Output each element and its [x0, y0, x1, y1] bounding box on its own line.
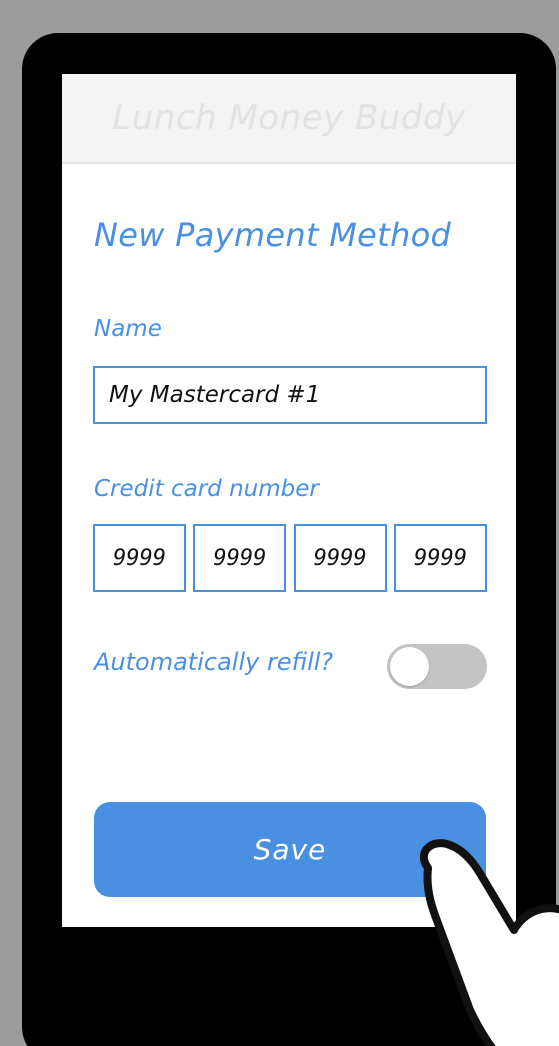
app-title: Lunch Money Buddy: [112, 98, 466, 138]
auto-refill-label: Automatically refill?: [94, 648, 334, 676]
credit-card-inputs: [93, 524, 487, 592]
auto-refill-toggle[interactable]: [387, 644, 487, 689]
name-input[interactable]: [93, 366, 487, 424]
credit-card-group-1[interactable]: [93, 524, 186, 592]
app-header: Lunch Money Buddy: [62, 74, 516, 164]
credit-card-group-3[interactable]: [293, 524, 387, 592]
save-button[interactable]: Save: [94, 802, 486, 897]
stage: Lunch Money Buddy New Payment Method Nam…: [0, 0, 559, 1046]
name-label: Name: [94, 316, 162, 342]
toggle-knob: [390, 647, 429, 686]
credit-card-group-2[interactable]: [193, 524, 287, 592]
phone-screen: Lunch Money Buddy New Payment Method Nam…: [62, 74, 516, 927]
page-title: New Payment Method: [94, 216, 452, 254]
credit-card-label: Credit card number: [94, 476, 319, 502]
credit-card-group-4[interactable]: [393, 524, 487, 592]
